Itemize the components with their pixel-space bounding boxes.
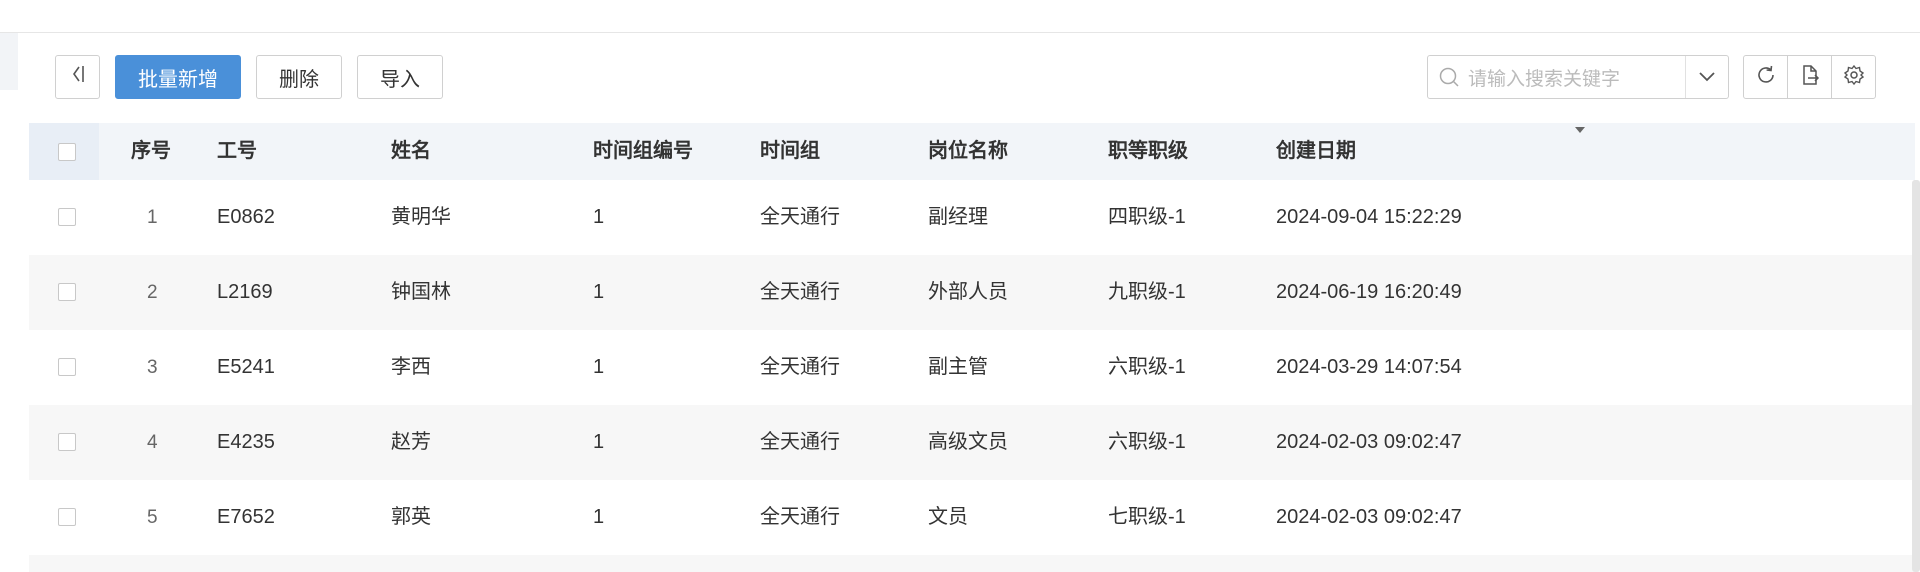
cell-employee-no: E5241 (217, 356, 275, 378)
cell-created: 2024-02-03 09:02:47 (1276, 506, 1462, 528)
cell-time-group: 全天通行 (760, 206, 840, 228)
column-header-index[interactable]: 序号 (131, 123, 171, 180)
cell-time-group: 全天通行 (760, 281, 840, 303)
cell-name: 赵芳 (391, 431, 431, 453)
table-row[interactable]: 5 E7652 郭英 1 全天通行 文员 七职级-1 2024-02-03 09… (29, 480, 1915, 555)
export-file-icon (1799, 64, 1821, 91)
refresh-icon (1755, 64, 1777, 91)
search-placeholder: 请输入搜索关键字 (1468, 68, 1621, 90)
cell-created: 2024-06-19 16:20:49 (1276, 281, 1462, 303)
refresh-button[interactable] (1744, 56, 1787, 98)
cell-time-group-no: 1 (593, 431, 605, 453)
table-row[interactable]: 3 E5241 李西 1 全天通行 副主管 六职级-1 2024-03-29 1… (29, 330, 1915, 405)
cell-position: 副经理 (928, 206, 988, 228)
cell-time-group-no: 1 (593, 281, 605, 303)
chevron-down-icon[interactable] (1685, 56, 1728, 98)
sidebar-tab[interactable] (0, 33, 18, 90)
cell-name: 郭英 (391, 506, 431, 528)
cell-index: 2 (147, 282, 158, 303)
cell-time-group-no: 1 (593, 206, 605, 228)
cell-position: 高级文员 (928, 431, 1008, 453)
cell-name: 黄明华 (391, 206, 451, 228)
cell-time-group: 全天通行 (760, 356, 840, 378)
delete-button[interactable]: 删除 (256, 55, 342, 99)
row-checkbox[interactable] (58, 358, 76, 376)
cell-position: 副主管 (928, 356, 988, 378)
cell-employee-no: E7652 (217, 506, 275, 528)
export-button[interactable] (1787, 56, 1831, 98)
table-row[interactable]: 1 E0862 黄明华 1 全天通行 副经理 四职级-1 2024-09-04 … (29, 180, 1915, 255)
row-checkbox[interactable] (58, 283, 76, 301)
gear-icon (1843, 64, 1865, 91)
collapse-left-icon (68, 63, 88, 91)
table-tools (1743, 55, 1876, 99)
cell-time-group-no: 1 (593, 356, 605, 378)
vertical-scrollbar[interactable] (1912, 180, 1920, 572)
left-sidebar-edge (0, 33, 25, 572)
column-header-grade[interactable]: 职等职级 (1108, 123, 1188, 180)
cell-created: 2024-02-03 09:02:47 (1276, 431, 1462, 453)
cell-index: 3 (147, 357, 158, 378)
cell-index: 5 (147, 507, 158, 528)
cell-position: 文员 (928, 506, 968, 528)
search-input[interactable]: 请输入搜索关键字 (1427, 55, 1729, 99)
search-icon (1438, 66, 1460, 88)
cell-created: 2024-03-29 14:07:54 (1276, 356, 1462, 378)
cell-grade: 九职级-1 (1108, 281, 1186, 303)
cell-grade: 七职级-1 (1108, 506, 1186, 528)
table-header: 序号 工号 姓名 时间组编号 时间组 岗位名称 职等职级 创建日期 (29, 123, 1915, 180)
settings-button[interactable] (1831, 56, 1875, 98)
cell-time-group: 全天通行 (760, 506, 840, 528)
cell-name: 李西 (391, 356, 431, 378)
cell-index: 1 (147, 207, 158, 228)
collapse-button[interactable] (55, 55, 100, 99)
cell-index: 4 (147, 432, 158, 453)
row-checkbox[interactable] (58, 433, 76, 451)
import-button[interactable]: 导入 (357, 55, 443, 99)
table-row[interactable]: 4 E4235 赵芳 1 全天通行 高级文员 六职级-1 2024-02-03 … (29, 405, 1915, 480)
cell-grade: 六职级-1 (1108, 356, 1186, 378)
cell-name: 钟国林 (391, 281, 451, 303)
row-checkbox[interactable] (58, 208, 76, 226)
cell-employee-no: E0862 (217, 206, 275, 228)
column-header-created[interactable]: 创建日期 (1276, 123, 1356, 180)
cell-time-group-no: 1 (593, 506, 605, 528)
select-all-checkbox[interactable] (58, 143, 76, 161)
column-header-employee-no[interactable]: 工号 (217, 123, 257, 180)
column-header-position[interactable]: 岗位名称 (928, 123, 1008, 180)
cell-created: 2024-09-04 15:22:29 (1276, 206, 1462, 228)
cell-position: 外部人员 (928, 281, 1008, 303)
column-header-name[interactable]: 姓名 (391, 123, 431, 180)
cell-employee-no: L2169 (217, 281, 273, 303)
column-header-time-group[interactable]: 时间组 (760, 123, 820, 180)
cell-grade: 四职级-1 (1108, 206, 1186, 228)
cell-employee-no: E4235 (217, 431, 275, 453)
batch-add-button[interactable]: 批量新增 (115, 55, 241, 99)
top-bar (0, 0, 1920, 33)
sort-arrow-icon[interactable] (1575, 127, 1585, 133)
cell-time-group: 全天通行 (760, 431, 840, 453)
row-checkbox[interactable] (58, 508, 76, 526)
table-row[interactable] (29, 555, 1915, 572)
column-header-time-group-no[interactable]: 时间组编号 (593, 123, 693, 180)
cell-grade: 六职级-1 (1108, 431, 1186, 453)
table-row[interactable]: 2 L2169 钟国林 1 全天通行 外部人员 九职级-1 2024-06-19… (29, 255, 1915, 330)
